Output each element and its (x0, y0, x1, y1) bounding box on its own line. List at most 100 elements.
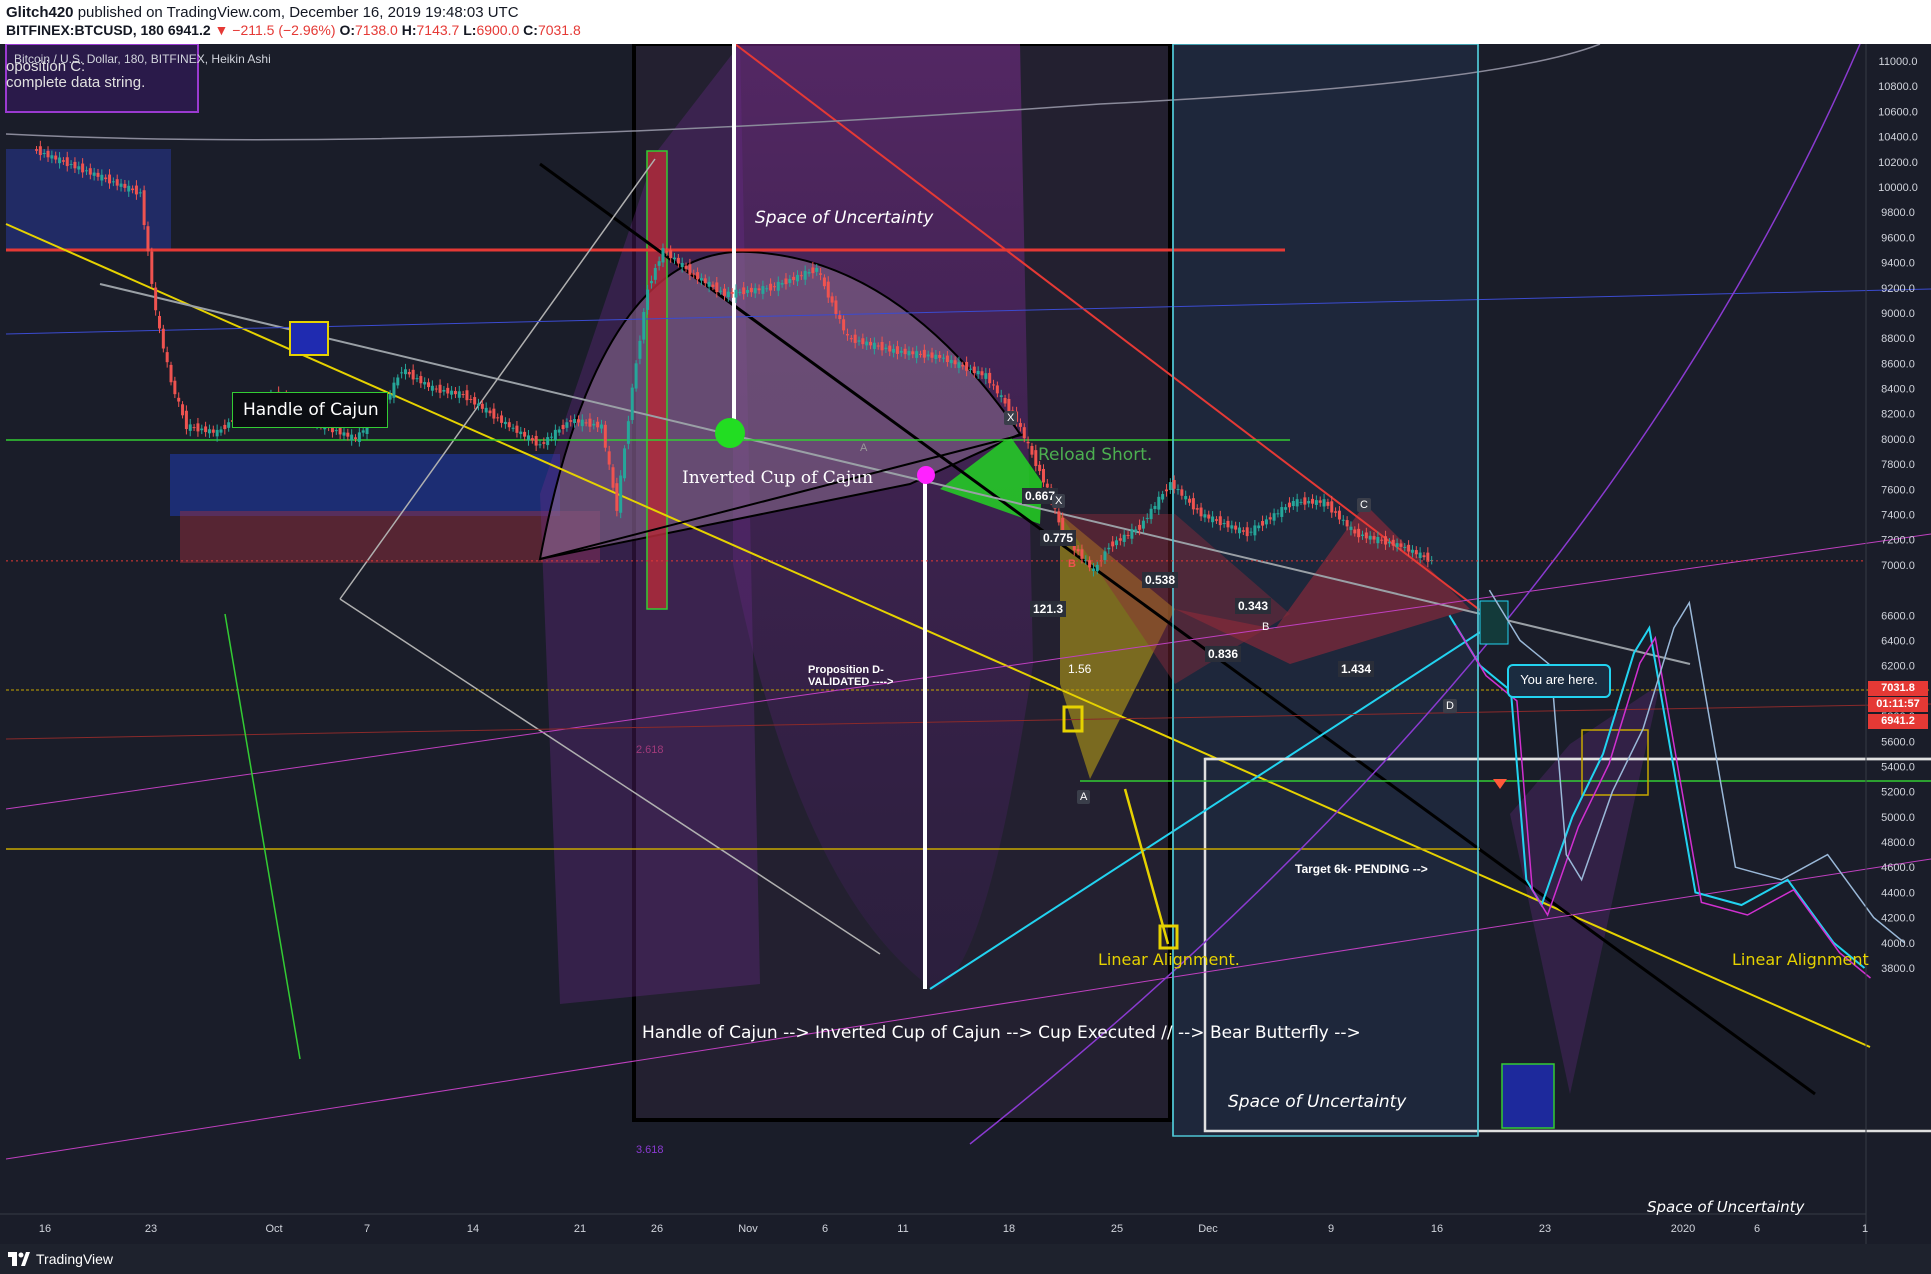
candle (69, 164, 73, 166)
candle (361, 430, 365, 433)
candle (546, 437, 550, 446)
candle (1238, 527, 1242, 534)
candle (957, 362, 961, 368)
high-label: H: (401, 22, 417, 38)
candle (407, 371, 411, 375)
candle (607, 451, 611, 465)
candle (134, 185, 138, 195)
candle (58, 157, 62, 164)
candle (930, 352, 934, 358)
candle (61, 160, 65, 162)
candle (1222, 523, 1226, 525)
time-axis[interactable]: 16 23 Oct 7 14 21 26 Nov 6 11 18 25 Dec 9 16 23 2020 6 1 (0, 1213, 1868, 1235)
price-tick-label: 8600.0 (1881, 358, 1915, 370)
candle (1291, 500, 1295, 507)
green-drop-line (224, 613, 301, 1060)
proposition-d-line2: VALIDATED ----> (808, 676, 894, 688)
candle (476, 403, 480, 406)
space-uncertainty-top-label: Space of Uncertainty (755, 208, 934, 228)
you-are-here-callout: You are here. (1507, 664, 1611, 698)
price-tick-label: 9200.0 (1881, 283, 1915, 295)
candle (403, 369, 407, 375)
candle (50, 155, 54, 159)
pattern-point-d: D (1443, 699, 1457, 713)
price-tick-label: 7000.0 (1881, 560, 1915, 572)
candle (968, 368, 972, 370)
candle (54, 155, 58, 160)
tradingview-logo[interactable]: TradingView (8, 1251, 113, 1267)
candle (196, 423, 200, 432)
chart-area[interactable]: 11000.0 10800.0 10600.0 10400.0 10200.0 10000… (0, 44, 1931, 1244)
candle (1080, 549, 1084, 559)
time-tick-label: Dec (1198, 1223, 1218, 1235)
ohlc-line: BITFINEX:BTCUSD, 180 6941.2 ▼ −211.5 (−2… (6, 22, 581, 38)
time-tick-label: 26 (651, 1223, 663, 1235)
candle (523, 431, 527, 437)
candle (1334, 511, 1338, 513)
author-name[interactable]: Glitch420 (6, 4, 74, 21)
candle (1161, 494, 1165, 500)
teal-box (1479, 600, 1509, 645)
candle (642, 312, 646, 340)
candle (207, 429, 211, 434)
time-tick-label: 6 (1754, 1223, 1760, 1235)
candle (673, 257, 677, 260)
price-tick-label: 4200.0 (1881, 913, 1915, 925)
candle (992, 384, 996, 386)
candle (799, 275, 803, 277)
price-tick-label: 11000.0 (1879, 56, 1918, 68)
candle (699, 278, 703, 281)
time-tick-label: 16 (1431, 1223, 1443, 1235)
publish-header: Glitch420 published on TradingView.com, … (0, 0, 1931, 44)
candle (1422, 555, 1426, 558)
high-value: 7143.7 (416, 22, 460, 38)
candle (665, 251, 669, 253)
candle (219, 429, 223, 433)
close-value: 7031.8 (537, 22, 581, 38)
candle (869, 341, 873, 346)
candle (557, 429, 561, 433)
candle (1326, 501, 1330, 506)
candle (999, 395, 1003, 397)
candle (888, 345, 892, 352)
candle (934, 354, 938, 360)
candle (177, 397, 181, 402)
candle (907, 351, 911, 356)
candle (811, 267, 815, 274)
candle (1357, 528, 1361, 538)
time-tick-label: 18 (1003, 1223, 1015, 1235)
candle (742, 287, 746, 295)
price-axis[interactable]: 11000.0 10800.0 10600.0 10400.0 10200.0 10000… (1865, 44, 1918, 1244)
candle (965, 361, 969, 371)
candle (1299, 501, 1303, 503)
price-tick-label: 8400.0 (1881, 384, 1915, 396)
candle (711, 284, 715, 287)
price-tick-label: 7400.0 (1881, 510, 1915, 522)
candle (461, 394, 465, 396)
price-tick-label: 8800.0 (1881, 333, 1915, 345)
time-tick-label: 2020 (1671, 1223, 1695, 1235)
chart-canvas[interactable]: 11000.0 10800.0 10600.0 10400.0 10200.0 10000… (0, 44, 1931, 1244)
candle (1003, 397, 1007, 404)
low-label: L: (463, 22, 477, 38)
fib-2618-label: 2.618 (636, 744, 664, 756)
reload-short-label: Reload Short. (1038, 445, 1153, 465)
candle (719, 290, 723, 292)
candle (511, 427, 515, 429)
candle (484, 407, 488, 413)
candle (592, 423, 596, 426)
candle (1257, 525, 1261, 529)
candle (1184, 496, 1188, 500)
candle (1045, 483, 1049, 488)
pattern-point-c: C (1357, 498, 1371, 512)
candle (1287, 502, 1291, 508)
candle (35, 149, 38, 151)
candle (865, 341, 869, 346)
candle (457, 391, 461, 398)
tradingview-logo-icon (8, 1252, 30, 1266)
candle (1141, 520, 1145, 529)
candle (138, 192, 142, 194)
candle (634, 363, 638, 389)
time-tick-label: 16 (39, 1223, 51, 1235)
price-tick-label: 4600.0 (1881, 862, 1915, 874)
